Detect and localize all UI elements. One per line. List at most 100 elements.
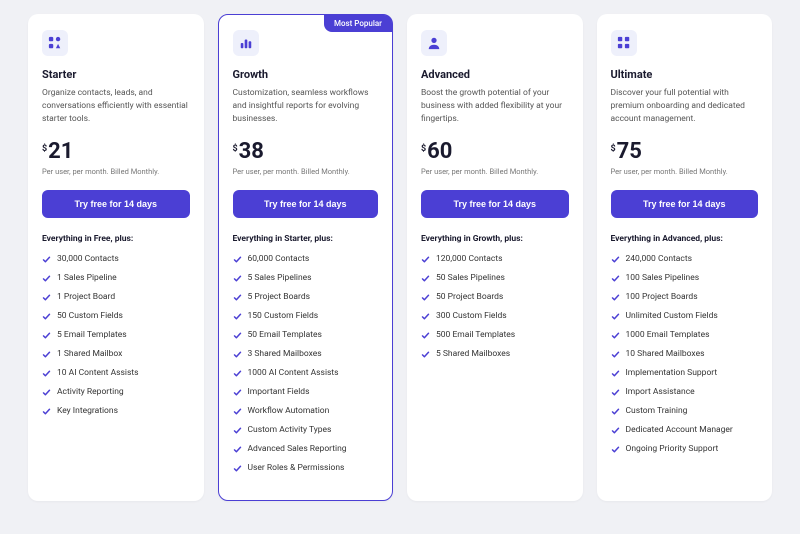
check-icon (611, 293, 620, 302)
feature-label: 5 Sales Pipelines (248, 273, 312, 283)
feature-label: 120,000 Contacts (436, 254, 503, 264)
feature-item: 30,000 Contacts (42, 254, 190, 264)
check-icon (233, 464, 242, 473)
feature-item: 3 Shared Mailboxes (233, 349, 379, 359)
try-free-button[interactable]: Try free for 14 days (421, 190, 569, 218)
check-icon (421, 312, 430, 321)
feature-item: 50 Custom Fields (42, 311, 190, 321)
plan-price: $ 75 (611, 141, 759, 163)
feature-item: 10 Shared Mailboxes (611, 349, 759, 359)
pricing-card: Most Popular Growth Customization, seaml… (218, 14, 394, 501)
feature-item: Custom Activity Types (233, 425, 379, 435)
features-list: 60,000 Contacts5 Sales Pipelines5 Projec… (233, 254, 379, 473)
feature-label: 5 Project Boards (248, 292, 311, 302)
try-free-button[interactable]: Try free for 14 days (42, 190, 190, 218)
plan-name: Growth (233, 68, 379, 81)
features-heading: Everything in Advanced, plus: (611, 234, 759, 244)
check-icon (233, 350, 242, 359)
check-icon (233, 407, 242, 416)
feature-label: 5 Email Templates (57, 330, 127, 340)
feature-item: 5 Shared Mailboxes (421, 349, 569, 359)
feature-label: 1000 AI Content Assists (248, 368, 339, 378)
try-free-button[interactable]: Try free for 14 days (611, 190, 759, 218)
billing-note: Per user, per month. Billed Monthly. (421, 167, 569, 176)
plan-name: Starter (42, 68, 190, 81)
feature-label: 1 Sales Pipeline (57, 273, 117, 283)
check-icon (42, 274, 51, 283)
billing-note: Per user, per month. Billed Monthly. (42, 167, 190, 176)
feature-item: 5 Email Templates (42, 330, 190, 340)
check-icon (421, 293, 430, 302)
feature-item: Important Fields (233, 387, 379, 397)
feature-label: 100 Project Boards (626, 292, 698, 302)
check-icon (42, 369, 51, 378)
feature-item: 150 Custom Fields (233, 311, 379, 321)
check-icon (611, 445, 620, 454)
feature-item: 1000 Email Templates (611, 330, 759, 340)
feature-label: 50 Email Templates (248, 330, 322, 340)
feature-item: Workflow Automation (233, 406, 379, 416)
check-icon (611, 255, 620, 264)
feature-item: 100 Sales Pipelines (611, 273, 759, 283)
plan-description: Discover your full potential with premiu… (611, 87, 759, 127)
shapes-icon (42, 30, 68, 56)
billing-note: Per user, per month. Billed Monthly. (611, 167, 759, 176)
pricing-card: Ultimate Discover your full potential wi… (597, 14, 773, 501)
feature-item: 10 AI Content Assists (42, 368, 190, 378)
feature-item: 50 Sales Pipelines (421, 273, 569, 283)
popular-badge: Most Popular (324, 15, 392, 32)
feature-label: Activity Reporting (57, 387, 124, 397)
feature-label: Custom Training (626, 406, 688, 416)
pricing-card: Starter Organize contacts, leads, and co… (28, 14, 204, 501)
feature-label: Ongoing Priority Support (626, 444, 719, 454)
currency-symbol: $ (233, 144, 238, 154)
plan-description: Customization, seamless workflows and in… (233, 87, 379, 127)
plan-description: Boost the growth potential of your busin… (421, 87, 569, 127)
feature-label: Advanced Sales Reporting (248, 444, 347, 454)
check-icon (42, 255, 51, 264)
feature-label: Implementation Support (626, 368, 718, 378)
feature-label: Unlimited Custom Fields (626, 311, 718, 321)
feature-label: 150 Custom Fields (248, 311, 319, 321)
feature-item: Key Integrations (42, 406, 190, 416)
feature-item: 5 Project Boards (233, 292, 379, 302)
check-icon (611, 274, 620, 283)
feature-label: Custom Activity Types (248, 425, 332, 435)
price-value: 75 (617, 141, 642, 163)
price-value: 21 (48, 141, 73, 163)
pricing-card: Advanced Boost the growth potential of y… (407, 14, 583, 501)
check-icon (611, 388, 620, 397)
feature-item: User Roles & Permissions (233, 463, 379, 473)
feature-item: 240,000 Contacts (611, 254, 759, 264)
feature-label: 10 Shared Mailboxes (626, 349, 705, 359)
check-icon (611, 407, 620, 416)
user-icon (421, 30, 447, 56)
feature-label: 1 Project Board (57, 292, 115, 302)
currency-symbol: $ (611, 144, 616, 154)
feature-label: Dedicated Account Manager (626, 425, 733, 435)
check-icon (421, 331, 430, 340)
check-icon (42, 388, 51, 397)
check-icon (42, 407, 51, 416)
features-heading: Everything in Growth, plus: (421, 234, 569, 244)
feature-item: 50 Project Boards (421, 292, 569, 302)
check-icon (421, 255, 430, 264)
check-icon (42, 350, 51, 359)
try-free-button[interactable]: Try free for 14 days (233, 190, 379, 218)
feature-item: Unlimited Custom Fields (611, 311, 759, 321)
check-icon (233, 369, 242, 378)
features-heading: Everything in Starter, plus: (233, 234, 379, 244)
feature-item: 5 Sales Pipelines (233, 273, 379, 283)
feature-label: 240,000 Contacts (626, 254, 693, 264)
pricing-grid: Starter Organize contacts, leads, and co… (28, 14, 772, 501)
feature-label: 50 Sales Pipelines (436, 273, 505, 283)
check-icon (611, 369, 620, 378)
check-icon (233, 331, 242, 340)
check-icon (233, 388, 242, 397)
plan-price: $ 21 (42, 141, 190, 163)
check-icon (421, 350, 430, 359)
check-icon (611, 350, 620, 359)
currency-symbol: $ (421, 144, 426, 154)
feature-item: Implementation Support (611, 368, 759, 378)
plan-description: Organize contacts, leads, and conversati… (42, 87, 190, 127)
